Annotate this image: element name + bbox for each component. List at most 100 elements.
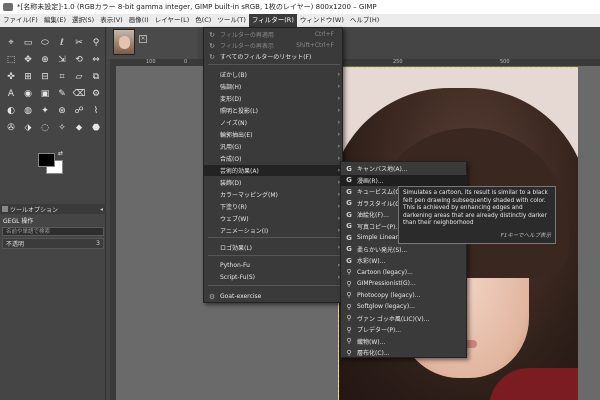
tool-icon-35[interactable]: ⬣ (88, 120, 104, 136)
menu-item-label: GIMPressionist(G)... (357, 280, 416, 287)
tool-icon-30[interactable]: ✇ (3, 120, 19, 136)
artistic-item-16[interactable]: ⚲ 層布化(C)... (341, 347, 466, 358)
menu-item-label: Script-Fu(S) (220, 274, 255, 281)
image-thumbnail[interactable] (113, 29, 135, 55)
foreground-color-swatch[interactable] (38, 153, 55, 167)
tool-icon-19[interactable]: ◉ (20, 86, 36, 102)
menu-separator (208, 64, 340, 65)
artistic-item-12[interactable]: ⚲ Softglow (legacy)... (341, 301, 466, 312)
tool-icon-21[interactable]: ✎ (54, 86, 70, 102)
gegl-icon: G (346, 222, 352, 230)
menu-separator (208, 285, 340, 286)
menu-1[interactable]: 編集(E) (41, 14, 69, 27)
filters-menu-item-17[interactable]: ロゴ効果(L) › (204, 242, 344, 253)
tool-icon-8[interactable]: ⊕ (37, 52, 53, 68)
artistic-item-13[interactable]: ⚲ ヴァン ゴッホ風(LIC)(V)... (341, 313, 466, 324)
tool-icon-13[interactable]: ⊞ (20, 69, 36, 85)
filters-menu-item-8[interactable]: 輪郭抽出(E) › (204, 129, 344, 140)
tool-icon-23[interactable]: ⚙ (88, 86, 104, 102)
filters-menu-item-14[interactable]: 下塗り(R) › (204, 201, 344, 212)
ruler-label: 500 (500, 59, 510, 65)
tool-icon-3[interactable]: ℓ (54, 35, 70, 51)
menu-8[interactable]: フィルター(R) (248, 14, 297, 27)
tool-icon-32[interactable]: ◌ (37, 120, 53, 136)
filters-menu-item-11[interactable]: 芸術的効果(A) › (204, 165, 344, 176)
tool-icon-7[interactable]: ✥ (20, 52, 36, 68)
tool-icon-20[interactable]: ▣ (37, 86, 53, 102)
mode-selector[interactable]: 不透明 3 (2, 238, 104, 249)
filters-menu-item-7[interactable]: ノイズ(N) › (204, 117, 344, 128)
tool-icon-16[interactable]: ▱ (71, 69, 87, 85)
menu-7[interactable]: ツール(T) (214, 14, 249, 27)
menu-item-label: カラーマッピング(M) (220, 192, 278, 199)
filters-menu-item-6[interactable]: 照明と投影(L) › (204, 105, 344, 116)
tool-icon-10[interactable]: ⟲ (71, 52, 87, 68)
menu-0[interactable]: ファイル(F) (0, 14, 41, 27)
artistic-item-9[interactable]: ⚲ Cartoon (legacy)... (341, 267, 466, 278)
tool-icon-1[interactable]: ▭ (20, 35, 36, 51)
filters-menu-item-18[interactable]: Python-Fu › (204, 260, 344, 271)
tool-icon-28[interactable]: ☍ (71, 103, 87, 119)
menu-3[interactable]: 表示(V) (97, 14, 126, 27)
filters-menu-item-4[interactable]: 強調(H) › (204, 81, 344, 92)
tool-options-tab[interactable]: ツールオプション ◂ (0, 204, 106, 214)
artistic-item-1[interactable]: G 漫画(R)... (341, 174, 466, 186)
tool-icon-9[interactable]: ⇲ (54, 52, 70, 68)
tool-icon-11[interactable]: ⇔ (88, 52, 104, 68)
filters-menu-item-12[interactable]: 装飾(D) › (204, 177, 344, 188)
artistic-item-14[interactable]: ⚲ プレデター(P)... (341, 324, 466, 335)
filters-menu-item-16[interactable]: アニメーション(I) › (204, 225, 344, 236)
tab-menu-icon[interactable]: ◂ (100, 206, 103, 213)
filters-menu-item-5[interactable]: 変形(D) › (204, 93, 344, 104)
menu-4[interactable]: 画像(I) (126, 14, 152, 27)
menu-9[interactable]: ウィンドウ(W) (297, 14, 347, 27)
menu-2[interactable]: 選択(S) (69, 14, 97, 27)
tool-icon-0[interactable]: ⌖ (3, 35, 19, 51)
artistic-item-11[interactable]: ⚲ Photocopy (legacy)... (341, 290, 466, 301)
filters-menu-item-20[interactable]: ⚙ Goat-exercise (204, 291, 344, 302)
filters-menu-item-3[interactable]: ぼかし(B) › (204, 69, 344, 80)
filters-menu-item-19[interactable]: Script-Fu(S) › (204, 272, 344, 283)
gegl-search-input[interactable]: 名前や単語で検索 (2, 227, 104, 236)
tool-icon-2[interactable]: ⬭ (37, 35, 53, 51)
tool-icon-27[interactable]: ⊛ (54, 103, 70, 119)
tool-icon-14[interactable]: ⊟ (37, 69, 53, 85)
gegl-icon: G (346, 256, 352, 265)
tool-icon-5[interactable]: ⚲ (88, 35, 104, 51)
menu-10[interactable]: ヘルプ(H) (347, 14, 382, 27)
gegl-icon: G (346, 164, 352, 173)
artistic-item-7[interactable]: G 柔らかい発光(S)... (341, 244, 466, 255)
filters-menu-item-2[interactable]: ↻ すべてのフィルターのリセット(F) (204, 51, 344, 62)
close-icon[interactable]: × (139, 35, 147, 43)
script-icon: ⚲ (346, 325, 352, 334)
filters-menu-item-13[interactable]: カラーマッピング(M) › (204, 189, 344, 200)
filters-menu-item-9[interactable]: 汎用(G) › (204, 141, 344, 152)
tool-icon-26[interactable]: ✦ (37, 103, 53, 119)
chevron-right-icon: › (337, 107, 340, 114)
menu-5[interactable]: レイヤー(L) (152, 14, 193, 27)
menu-item-label: 輪郭抽出(E) (220, 132, 253, 139)
tool-icon-33[interactable]: ✧ (54, 120, 70, 136)
tool-icon-12[interactable]: ✜ (3, 69, 19, 85)
artistic-item-10[interactable]: ⚲ GIMPressionist(G)... (341, 278, 466, 289)
tool-icon-29[interactable]: ⌇ (88, 103, 104, 119)
filters-menu-item-15[interactable]: ウェブ(W) › (204, 213, 344, 224)
tool-icon-6[interactable]: ⬚ (3, 52, 19, 68)
tool-icon-15[interactable]: ⌗ (54, 69, 70, 85)
artistic-item-0[interactable]: G キャンバス地(A)... (341, 163, 466, 174)
tool-icon-25[interactable]: ◍ (20, 103, 36, 119)
swap-colors-icon[interactable]: ⇄ (58, 150, 63, 157)
tool-icon-17[interactable]: ⧉ (88, 69, 104, 85)
tool-icon-4[interactable]: ✂ (71, 35, 87, 51)
vertical-ruler (110, 66, 116, 400)
tool-icon-18[interactable]: A (3, 86, 19, 102)
menu-6[interactable]: 色(C) (192, 14, 214, 27)
filters-menu-item-10[interactable]: 合成(O) › (204, 153, 344, 164)
tool-icon-22[interactable]: ⌫ (71, 86, 87, 102)
tool-icon-34[interactable]: ⬥ (71, 120, 87, 136)
tool-icon-24[interactable]: ◐ (3, 103, 19, 119)
artistic-item-15[interactable]: ⚲ 織物(W)... (341, 336, 466, 347)
artistic-item-8[interactable]: G 水彩(W)... (341, 255, 466, 266)
script-icon: ⚲ (346, 291, 352, 299)
tool-icon-31[interactable]: ⬗ (20, 120, 36, 136)
